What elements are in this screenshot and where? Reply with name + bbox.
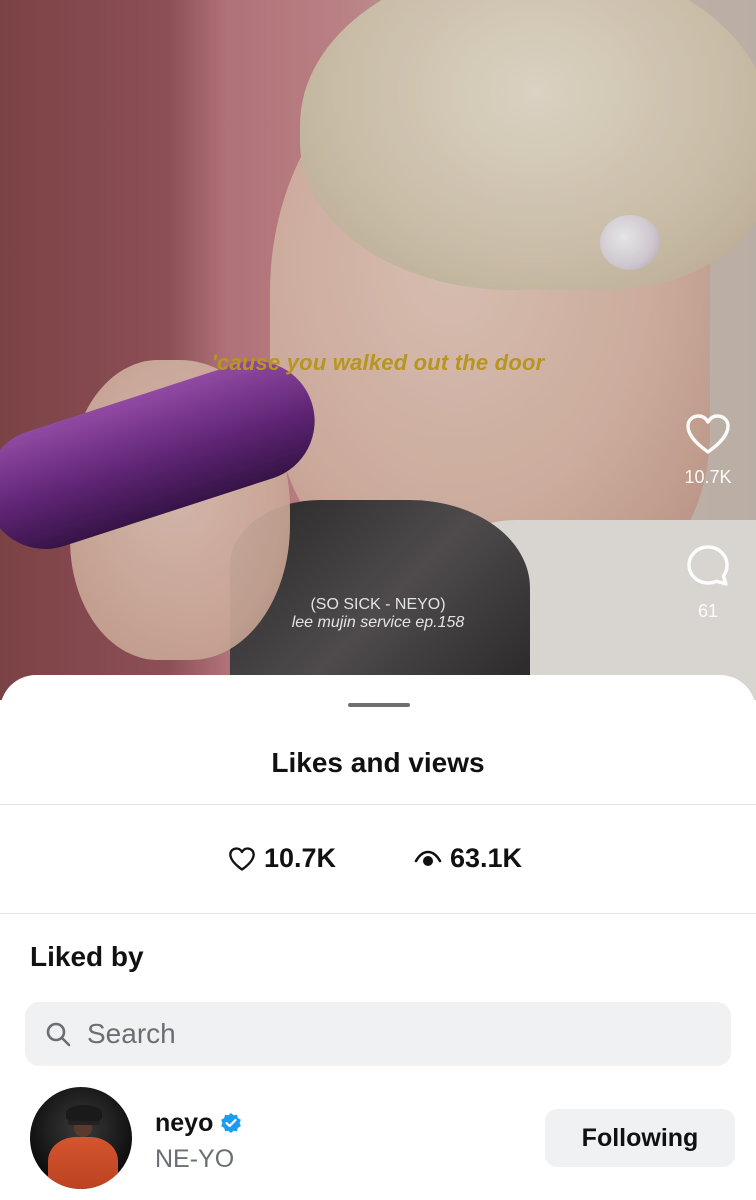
sheet-drag-handle[interactable]	[348, 703, 410, 707]
divider	[0, 913, 756, 914]
video-player[interactable]: 'cause you walked out the door (SO SICK …	[0, 0, 756, 700]
liked-by-heading: Liked by	[30, 941, 144, 972]
username-text: neyo	[155, 1109, 214, 1137]
search-icon	[46, 1022, 71, 1047]
verified-badge-icon	[221, 1112, 242, 1133]
views-total: 63.1K	[450, 843, 523, 873]
comment-action[interactable]: 61	[678, 542, 738, 622]
stats-row: 10.7K 63.1K	[0, 843, 756, 883]
search-bar[interactable]	[25, 1002, 731, 1066]
video-credit-song: (SO SICK - NEYO)	[310, 596, 446, 613]
likes-total: 10.7K	[264, 843, 337, 873]
heart-outline-icon	[229, 846, 255, 871]
video-credit-series: lee mujin service ep.158	[291, 614, 465, 631]
sheet-title: Likes and views	[271, 747, 485, 778]
comment-bubble-icon	[687, 545, 729, 586]
following-button[interactable]: Following	[545, 1109, 735, 1167]
user-list-item[interactable]: neyo NE-YO Following	[0, 1085, 756, 1195]
views-stat: 63.1K	[414, 843, 522, 874]
display-name: NE-YO	[155, 1145, 235, 1173]
heart-icon	[686, 414, 730, 454]
username[interactable]: neyo	[155, 1109, 243, 1138]
likes-stat: 10.7K	[228, 843, 336, 874]
divider	[0, 804, 756, 805]
comment-count: 61	[697, 601, 719, 621]
likes-and-views-sheet: Likes and views 10.7K 63.1K Liked by Sea…	[0, 675, 756, 1200]
video-credit: (SO SICK - NEYO) lee mujin service ep.15…	[228, 596, 528, 632]
avatar[interactable]	[30, 1087, 132, 1189]
like-count: 10.7K	[684, 467, 732, 487]
like-action[interactable]: 10.7K	[678, 412, 738, 488]
eye-icon	[414, 850, 442, 866]
video-caption-lyric: 'cause you walked out the door	[211, 350, 545, 375]
search-input[interactable]	[85, 1017, 689, 1051]
